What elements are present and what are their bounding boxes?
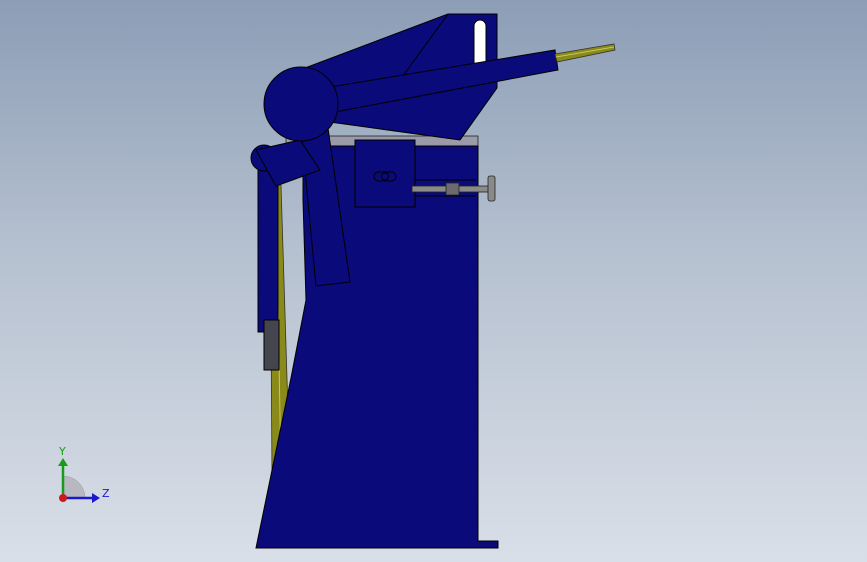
triad-plane	[62, 475, 86, 499]
x-axis-dot	[59, 494, 67, 502]
z-axis-label: Z	[102, 487, 110, 500]
y-axis-label: Y	[58, 445, 66, 458]
piston-rod[interactable]	[554, 43, 616, 63]
cad-viewport[interactable]	[0, 0, 867, 562]
orientation-triad: Y Z	[58, 445, 110, 503]
y-axis-head	[58, 458, 68, 466]
main-pivot-disc[interactable]	[263, 66, 339, 142]
z-axis-head	[92, 493, 100, 503]
side-handle[interactable]	[257, 164, 280, 371]
